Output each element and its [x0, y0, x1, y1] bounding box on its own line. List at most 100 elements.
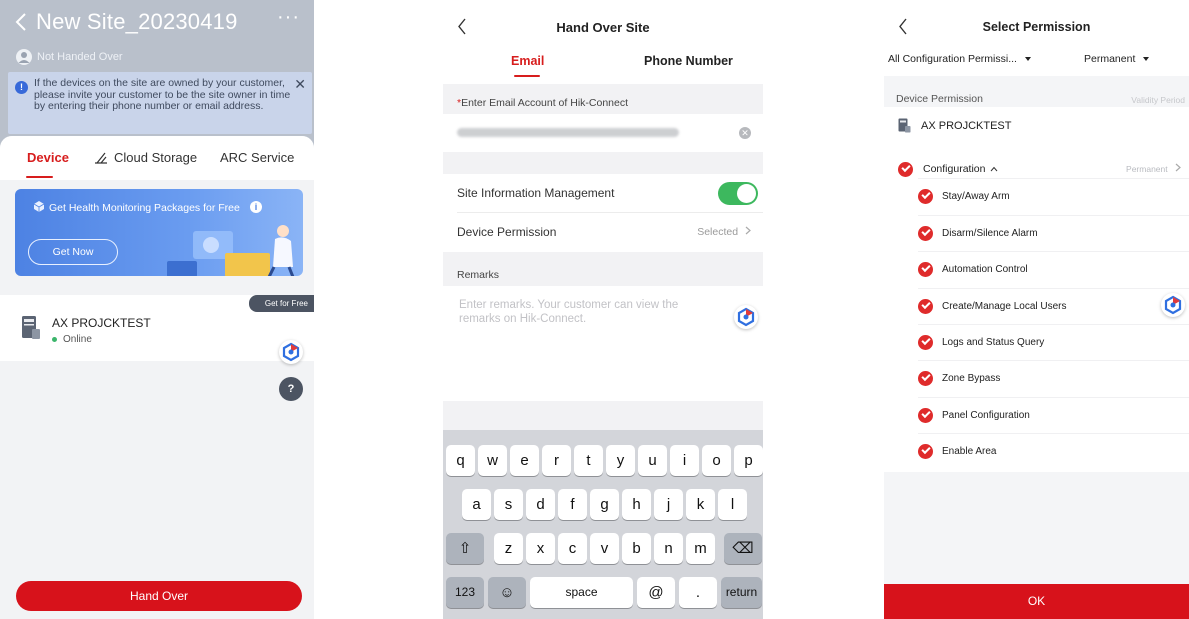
- checkbox-checked-icon[interactable]: [918, 262, 933, 277]
- ok-button[interactable]: OK: [884, 584, 1189, 619]
- assistant-float-button[interactable]: [1161, 293, 1185, 317]
- checkbox-checked-icon[interactable]: [918, 299, 933, 314]
- checkbox-checked-icon[interactable]: [918, 335, 933, 350]
- help-icon[interactable]: ?: [279, 377, 303, 401]
- device-card[interactable]: Get for Free AX PROJCKTEST Online: [0, 295, 314, 361]
- return-key[interactable]: return: [721, 577, 762, 608]
- checkbox-checked-icon[interactable]: [918, 226, 933, 241]
- key-o[interactable]: o: [702, 445, 731, 476]
- tab-device[interactable]: Device: [27, 150, 69, 165]
- site-info-toggle[interactable]: [718, 182, 758, 205]
- key-n[interactable]: n: [654, 533, 683, 564]
- banner-info-icon[interactable]: i: [250, 201, 262, 213]
- email-label-text: Enter Email Account of Hik-Connect: [461, 97, 629, 109]
- key-y[interactable]: y: [606, 445, 635, 476]
- tab-phone-number[interactable]: Phone Number: [644, 54, 733, 68]
- period-filter-dropdown[interactable]: Permanent: [1084, 53, 1150, 65]
- key-e[interactable]: e: [510, 445, 539, 476]
- hand-over-button[interactable]: Hand Over: [16, 581, 302, 611]
- promo-banner[interactable]: Get Health Monitoring Packages for Free …: [15, 189, 303, 276]
- key-z[interactable]: z: [494, 533, 523, 564]
- close-icon[interactable]: ✕: [294, 76, 306, 93]
- get-for-free-badge[interactable]: Get for Free: [248, 295, 314, 312]
- gift-icon: [33, 201, 45, 212]
- site-name: AX PROJCKTEST: [921, 119, 1012, 132]
- key-v[interactable]: v: [590, 533, 619, 564]
- key-g[interactable]: g: [590, 489, 619, 520]
- key-q[interactable]: q: [446, 445, 475, 476]
- backspace-key[interactable]: ⌫: [724, 533, 762, 564]
- clear-icon[interactable]: ✕: [739, 127, 751, 139]
- permission-item[interactable]: Enable Area: [918, 433, 1189, 469]
- back-chevron-icon[interactable]: [14, 12, 28, 32]
- remarks-input[interactable]: Enter remarks. Your customer can view th…: [443, 286, 763, 401]
- permission-item[interactable]: Panel Configuration: [918, 397, 1189, 433]
- permission-label: Zone Bypass: [942, 373, 1001, 384]
- checkbox-checked-icon[interactable]: [918, 408, 933, 423]
- key-m[interactable]: m: [686, 533, 715, 564]
- more-icon[interactable]: ···: [277, 6, 300, 29]
- chevron-right-icon: [745, 226, 751, 235]
- numbers-key[interactable]: 123: [446, 577, 484, 608]
- permission-item[interactable]: Disarm/Silence Alarm: [918, 215, 1189, 251]
- key-d[interactable]: d: [526, 489, 555, 520]
- validity-period-header: Validity Period: [1131, 95, 1185, 105]
- permission-item[interactable]: Automation Control: [918, 251, 1189, 287]
- key-i[interactable]: i: [670, 445, 699, 476]
- checkbox-checked-icon[interactable]: [898, 161, 913, 177]
- email-field[interactable]: ✕: [443, 114, 763, 152]
- key-b[interactable]: b: [622, 533, 651, 564]
- info-icon: !: [15, 81, 28, 94]
- space-key[interactable]: space: [530, 577, 633, 608]
- key-u[interactable]: u: [638, 445, 667, 476]
- key-l[interactable]: l: [718, 489, 747, 520]
- tab-arc-service[interactable]: ARC Service: [220, 150, 294, 165]
- key-j[interactable]: j: [654, 489, 683, 520]
- site-info-row: Site Information Management: [443, 174, 763, 213]
- key-r[interactable]: r: [542, 445, 571, 476]
- tab-indicator: [514, 75, 540, 77]
- online-dot: [52, 337, 57, 342]
- permission-item[interactable]: Stay/Away Arm: [918, 178, 1189, 214]
- get-now-button[interactable]: Get Now: [28, 239, 118, 265]
- select-permission-screen: Select Permission All Configuration Perm…: [884, 0, 1189, 619]
- key-a[interactable]: a: [462, 489, 491, 520]
- assistant-float-button[interactable]: [734, 305, 758, 329]
- shift-key[interactable]: ⇧: [446, 533, 484, 564]
- key-t[interactable]: t: [574, 445, 603, 476]
- dot-key[interactable]: .: [679, 577, 717, 608]
- period-filter-value: Permanent: [1084, 53, 1136, 65]
- checkbox-checked-icon[interactable]: [918, 371, 933, 386]
- key-p[interactable]: p: [734, 445, 763, 476]
- key-c[interactable]: c: [558, 533, 587, 564]
- device-permission-row[interactable]: Device Permission Selected: [443, 213, 763, 252]
- group-validity[interactable]: Permanent: [1126, 163, 1181, 174]
- site-row: AX PROJCKTEST: [898, 118, 1011, 133]
- nav-bar: Hand Over Site Email Phone Number: [443, 0, 763, 84]
- permission-label: Stay/Away Arm: [942, 191, 1010, 202]
- permission-item[interactable]: Create/Manage Local Users: [918, 288, 1189, 324]
- tab-cloud-storage[interactable]: Cloud Storage: [94, 150, 197, 165]
- permission-item[interactable]: Logs and Status Query: [918, 324, 1189, 360]
- checkbox-checked-icon[interactable]: [918, 189, 933, 204]
- key-s[interactable]: s: [494, 489, 523, 520]
- assistant-float-button[interactable]: [279, 340, 303, 364]
- page-title: Select Permission: [982, 20, 1091, 34]
- key-w[interactable]: w: [478, 445, 507, 476]
- key-h[interactable]: h: [622, 489, 651, 520]
- emoji-key[interactable]: ☺: [488, 577, 526, 608]
- tab-email[interactable]: Email: [511, 54, 544, 68]
- owner-notice: ! If the devices on the site are owned b…: [8, 72, 312, 134]
- permission-filter-dropdown[interactable]: All Configuration Permissi...: [888, 53, 1031, 65]
- page-title: Hand Over Site: [556, 20, 650, 35]
- key-k[interactable]: k: [686, 489, 715, 520]
- key-f[interactable]: f: [558, 489, 587, 520]
- at-key[interactable]: @: [637, 577, 675, 608]
- checkbox-checked-icon[interactable]: [918, 444, 933, 459]
- key-x[interactable]: x: [526, 533, 555, 564]
- avatar: [16, 49, 32, 65]
- tab-cloud-storage-label: Cloud Storage: [114, 150, 198, 165]
- site-detail-screen: New Site_20230419 ··· Not Handed Over ! …: [0, 0, 314, 619]
- permission-item[interactable]: Zone Bypass: [918, 360, 1189, 396]
- content-sheet: Device Cloud Storage ARC Service Get Hea…: [0, 136, 314, 619]
